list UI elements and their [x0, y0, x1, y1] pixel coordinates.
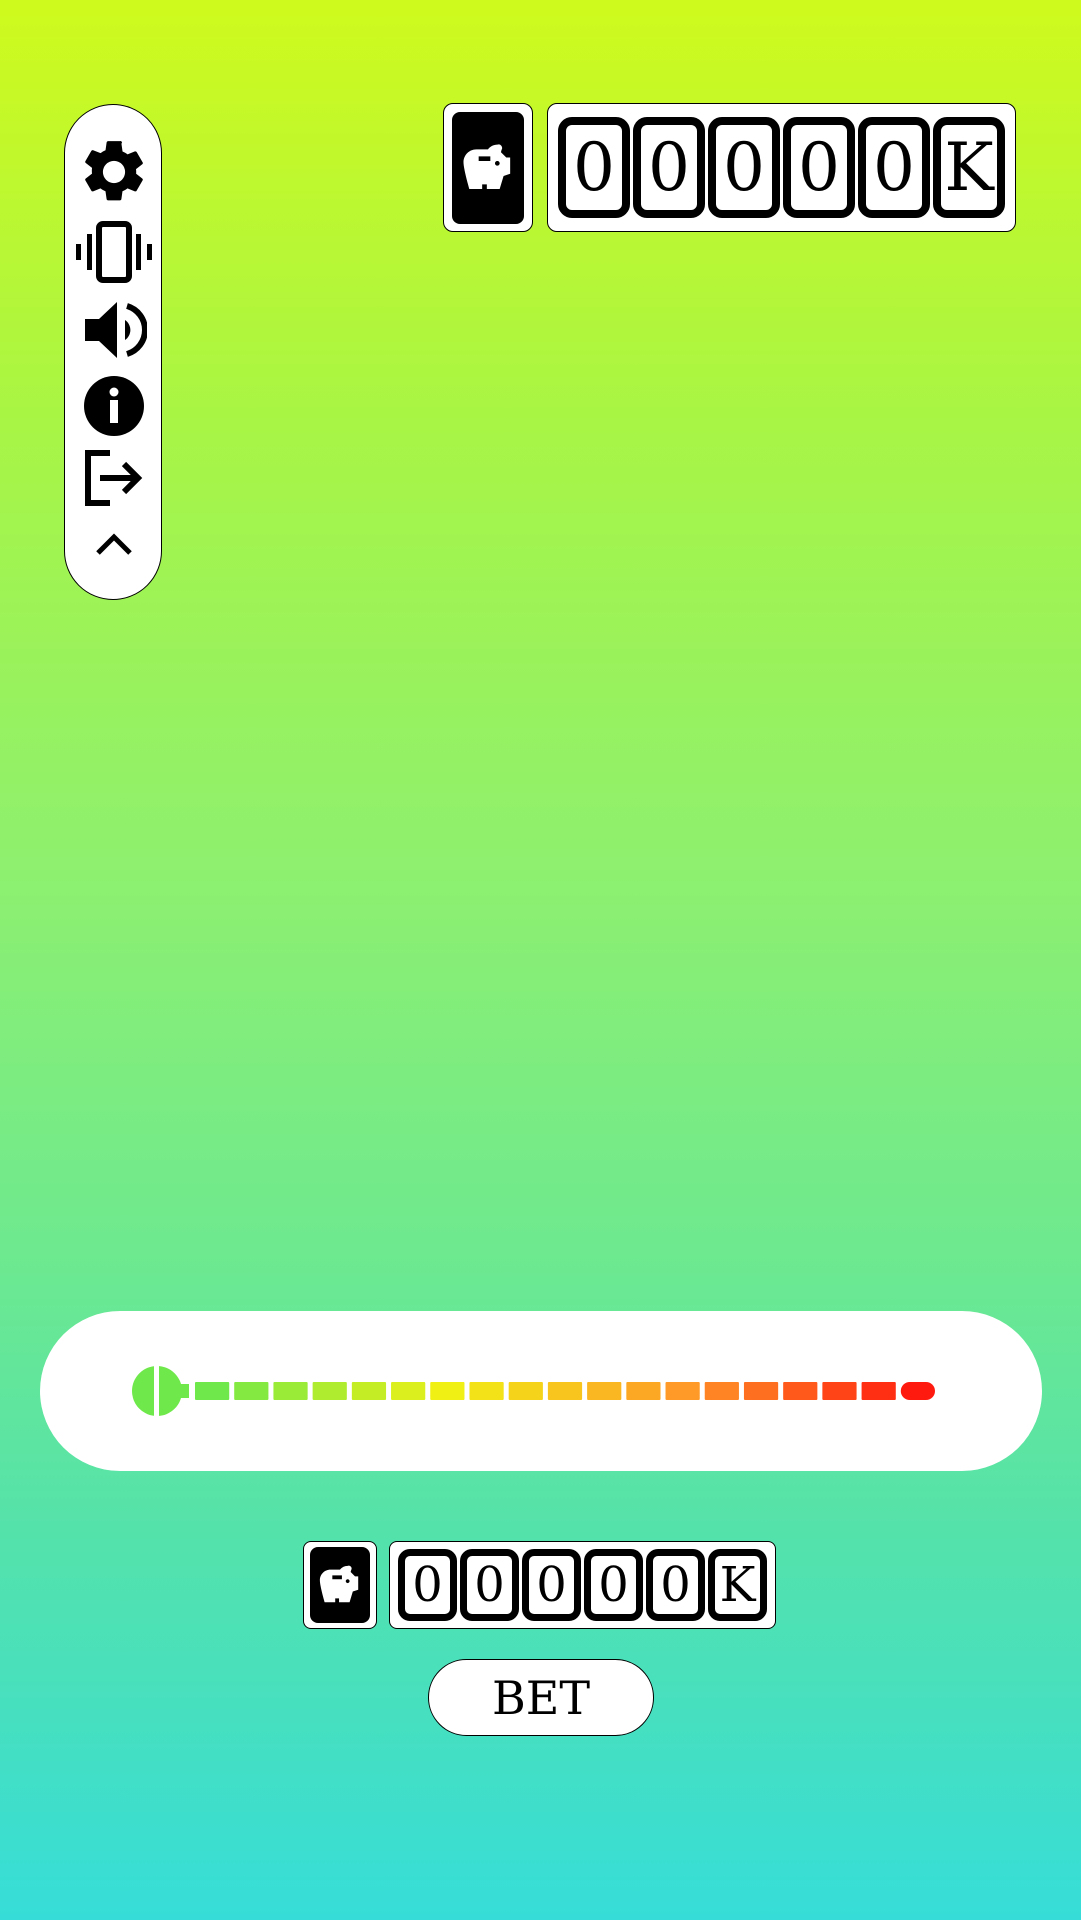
balance-digit: 0 — [708, 117, 780, 218]
slider-segment — [312, 1382, 347, 1400]
slider-segment — [351, 1382, 387, 1400]
slider-segment — [430, 1382, 465, 1400]
bet-digit: 0 — [646, 1549, 705, 1621]
slider-knob-grip — [154, 1366, 159, 1416]
slider-segment — [469, 1382, 504, 1400]
slider-segment — [547, 1382, 583, 1400]
piggy-bank-icon — [463, 143, 511, 189]
vibration-icon — [76, 221, 152, 283]
balance-counter: 0 0 0 0 0 K — [547, 103, 1016, 232]
logout-icon — [85, 450, 143, 506]
bet-button[interactable]: BET — [428, 1659, 654, 1736]
balance-digit: 0 — [558, 117, 630, 218]
slider-segment — [273, 1382, 308, 1400]
slider-segment — [900, 1382, 935, 1400]
exit-button[interactable] — [65, 445, 163, 511]
balance-icon-box — [443, 103, 533, 232]
slider-segment — [234, 1382, 269, 1400]
slider-segment — [704, 1382, 739, 1400]
slider-segment — [508, 1382, 543, 1400]
slider-segment — [665, 1382, 700, 1400]
bet-icon-box — [303, 1541, 377, 1629]
bet-digit: 0 — [398, 1549, 457, 1621]
sound-button[interactable] — [65, 297, 163, 363]
piggy-bank-badge — [310, 1547, 370, 1623]
collapse-menu-button[interactable] — [65, 511, 163, 577]
info-button[interactable] — [65, 373, 163, 439]
info-icon — [84, 376, 144, 436]
settings-button[interactable] — [65, 139, 163, 205]
vibration-button[interactable] — [65, 219, 163, 285]
balance-digit: 0 — [783, 117, 855, 218]
slider-segment — [743, 1382, 779, 1400]
bet-digit: 0 — [460, 1549, 519, 1621]
gear-icon — [85, 141, 143, 201]
bet-digit: 0 — [522, 1549, 581, 1621]
balance-digit: 0 — [633, 117, 705, 218]
balance-digit: 0 — [858, 117, 930, 218]
slider-segment — [626, 1382, 661, 1400]
slider-segment — [783, 1382, 818, 1400]
balance-unit: K — [933, 117, 1005, 218]
bet-digit: 0 — [584, 1549, 643, 1621]
bet-slider-graphic — [132, 1366, 935, 1416]
piggy-bank-badge — [452, 111, 524, 224]
piggy-bank-icon — [319, 1565, 359, 1603]
slider-segment — [195, 1382, 230, 1400]
bet-slider[interactable] — [40, 1311, 1042, 1471]
slider-segment — [822, 1382, 857, 1400]
side-menu — [64, 104, 162, 600]
slider-segment — [587, 1382, 622, 1400]
bet-unit: K — [708, 1549, 767, 1621]
chevron-up-icon — [96, 533, 132, 555]
volume-icon — [85, 302, 147, 358]
slider-segment — [391, 1382, 426, 1400]
slider-segment — [861, 1382, 896, 1400]
bet-counter: 0 0 0 0 0 K — [389, 1541, 776, 1629]
